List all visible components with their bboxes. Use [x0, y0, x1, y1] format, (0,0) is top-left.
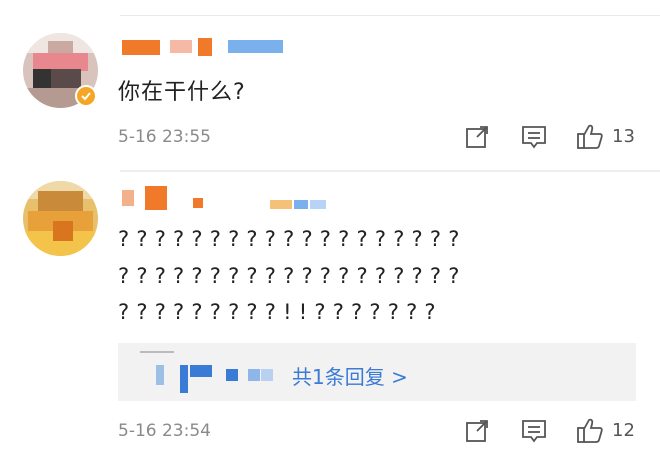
reply-button[interactable] — [520, 418, 548, 444]
thumbs-up-icon — [577, 124, 603, 149]
comment-bubble-icon — [522, 420, 546, 443]
comment-text-line-3: ?????????!!??????? — [118, 300, 443, 324]
reply-button[interactable] — [520, 124, 548, 150]
avatar[interactable] — [23, 181, 98, 256]
share-external-icon — [466, 420, 488, 442]
share-button[interactable] — [464, 418, 490, 444]
comment-bubble-icon — [522, 126, 546, 149]
comment-time: 5-16 23:54 — [118, 421, 211, 441]
comment-time: 5-16 23:55 — [118, 127, 211, 147]
verified-badge-icon — [75, 85, 97, 107]
thumbs-up-icon — [577, 418, 603, 443]
like-button[interactable]: 13 — [576, 122, 635, 150]
comment-divider — [120, 170, 660, 172]
share-external-icon — [466, 126, 488, 148]
comment-text-line-2: ??????????????????? — [118, 264, 467, 288]
comment-text: 你在干什么? — [118, 80, 246, 105]
top-divider — [120, 15, 660, 16]
view-replies-link[interactable]: 共1条回复 > — [292, 361, 408, 390]
like-count: 12 — [612, 419, 635, 441]
share-button[interactable] — [464, 124, 490, 150]
like-count: 13 — [612, 125, 635, 147]
comment-text-line-1: ??????????????????? — [118, 227, 467, 251]
like-button[interactable]: 12 — [576, 416, 635, 444]
